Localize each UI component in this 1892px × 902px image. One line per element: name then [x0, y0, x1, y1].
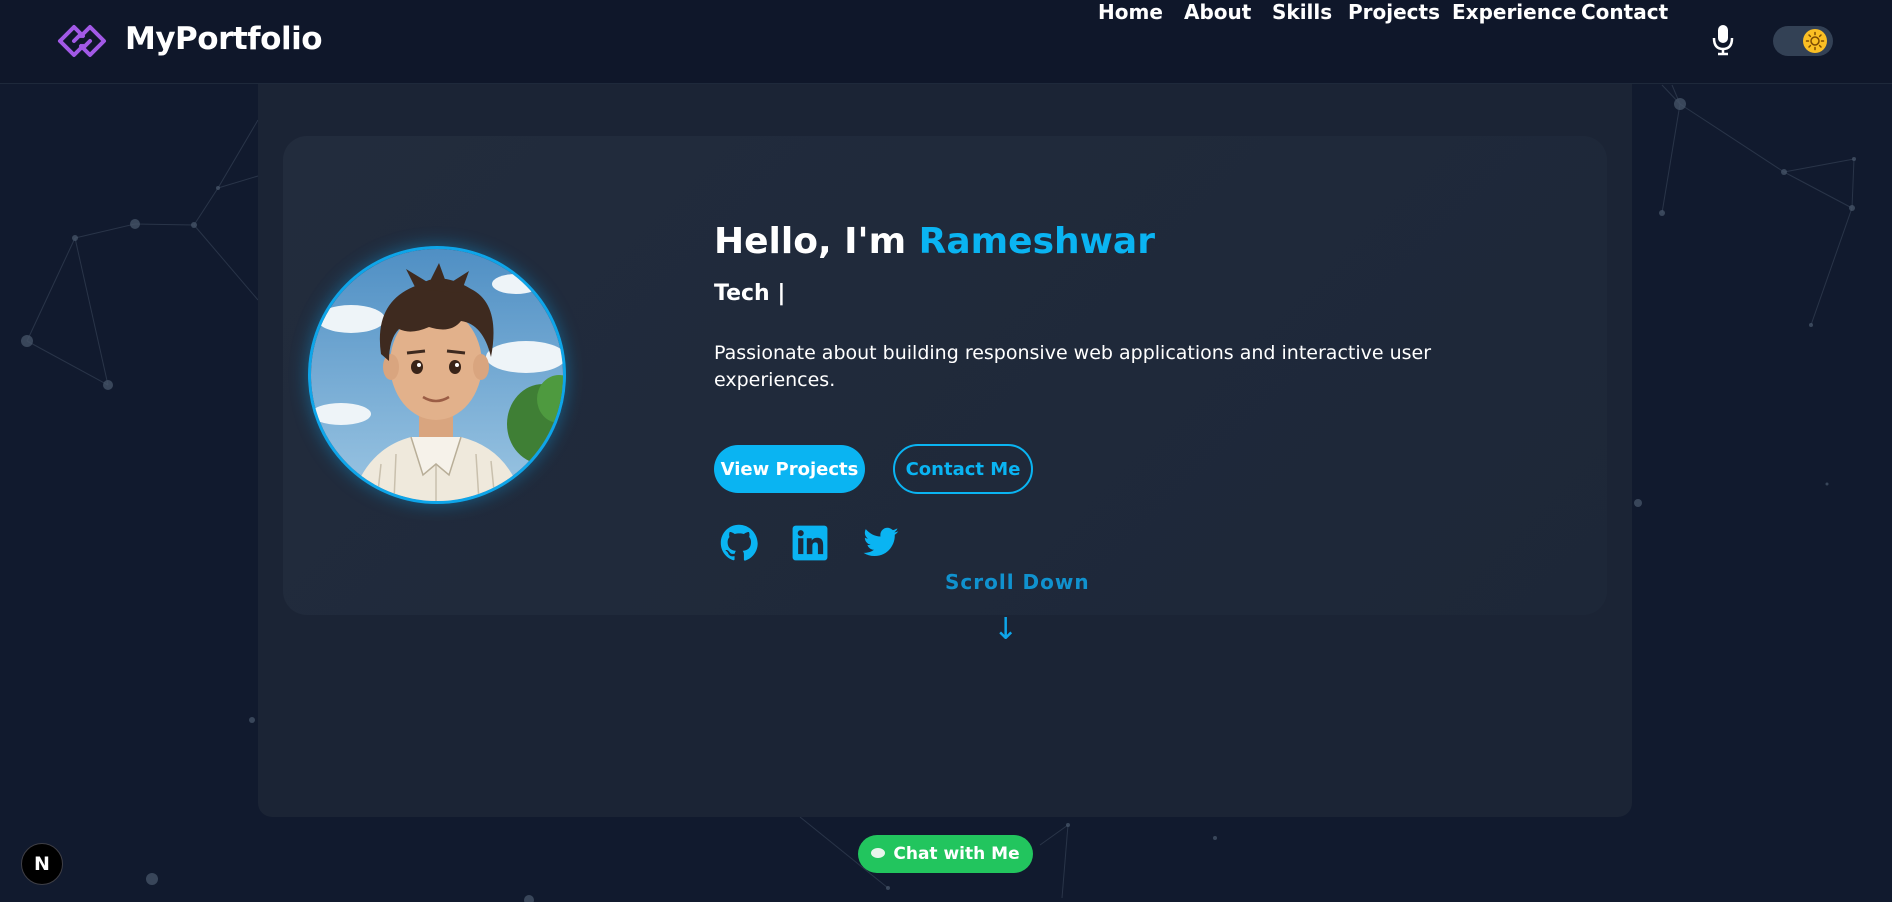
- view-projects-button[interactable]: View Projects: [714, 445, 865, 493]
- scroll-down-arrow-icon[interactable]: ↓: [993, 612, 1018, 647]
- nav-link-about[interactable]: About: [1184, 0, 1251, 24]
- hero-bio: Passionate about building responsive web…: [714, 342, 1432, 391]
- profile-avatar: [308, 246, 566, 504]
- sun-icon: [1805, 31, 1825, 51]
- brand-name[interactable]: MyPortfolio: [125, 21, 323, 57]
- nav-link-home[interactable]: Home: [1098, 0, 1163, 24]
- toggle-knob: [1803, 29, 1827, 53]
- twitter-icon[interactable]: [862, 524, 900, 562]
- greeting-prefix: Hello, I'm: [714, 221, 907, 262]
- chat-bubble-icon: [871, 848, 886, 858]
- theme-toggle[interactable]: [1773, 26, 1833, 56]
- nav-link-skills[interactable]: Skills: [1272, 0, 1332, 24]
- microphone-icon[interactable]: [1710, 24, 1736, 56]
- nav-link-projects[interactable]: Projects: [1348, 0, 1440, 24]
- scroll-down-label[interactable]: Scroll Down: [945, 570, 1090, 594]
- avatar-illustration: [311, 249, 563, 501]
- navbar: MyPortfolio Home About Skills Projects E…: [0, 0, 1892, 84]
- hero-role: Tech |: [714, 281, 786, 306]
- linkedin-icon[interactable]: [791, 524, 829, 562]
- nextjs-dev-badge[interactable]: N: [21, 843, 63, 885]
- nextjs-logo-icon: N: [34, 853, 50, 875]
- hero-name: Rameshwar: [918, 221, 1155, 262]
- nav-link-contact[interactable]: Contact: [1581, 0, 1668, 24]
- chat-with-me-button[interactable]: Chat with Me: [858, 835, 1033, 873]
- contact-me-button[interactable]: Contact Me: [893, 444, 1033, 494]
- hero-greeting: Hello, I'm Rameshwar: [714, 221, 1155, 262]
- diamond-link-logo-icon[interactable]: [57, 22, 107, 60]
- nav-link-experience[interactable]: Experience: [1452, 0, 1576, 24]
- github-icon[interactable]: [720, 524, 758, 562]
- chat-button-label: Chat with Me: [893, 844, 1020, 864]
